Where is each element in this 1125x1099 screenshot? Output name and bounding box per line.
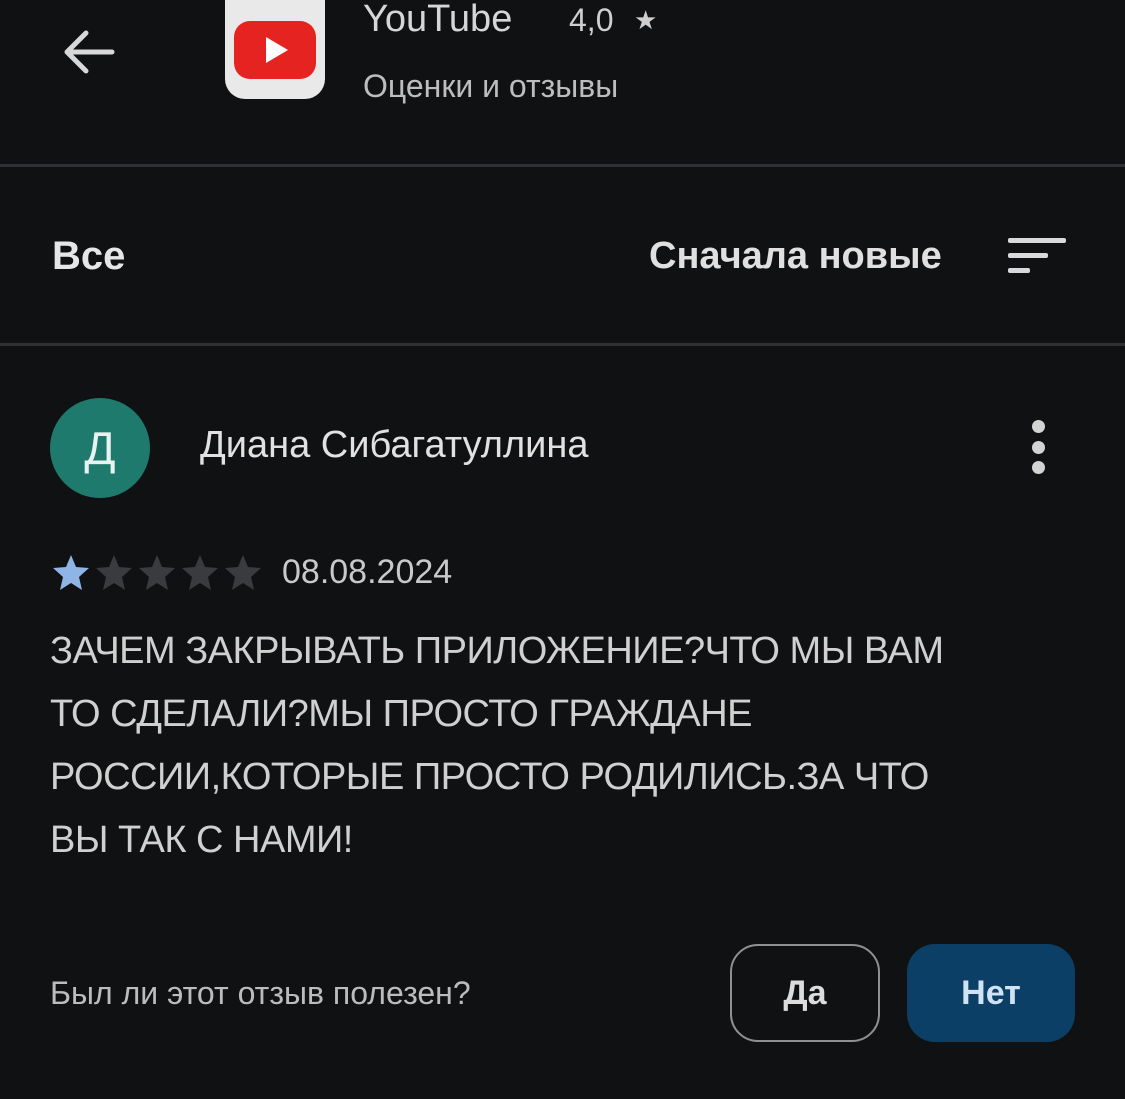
back-button[interactable] <box>50 14 126 90</box>
more-vert-icon-dot <box>1031 461 1045 474</box>
sort-icon[interactable] <box>1006 236 1068 276</box>
review-text: ЗАЧЕМ ЗАКРЫВАТЬ ПРИЛОЖЕНИЕ?ЧТО МЫ ВАМ ТО… <box>50 630 944 861</box>
more-options-button[interactable] <box>1016 414 1060 480</box>
app-rating: 4,0 <box>569 2 614 38</box>
star-empty-icon <box>136 553 178 593</box>
star-filled-icon <box>50 553 92 593</box>
more-vert-icon-dot <box>1031 440 1045 454</box>
sort-order-button[interactable]: Сначала новые <box>649 228 942 284</box>
youtube-logo-icon <box>234 20 316 79</box>
rating-star-icon: ★ <box>634 5 658 35</box>
helpful-question: Был ли этот отзыв полезен? <box>50 975 471 1011</box>
app-name: YouTube <box>363 0 513 40</box>
page-subtitle: Оценки и отзывы <box>363 68 619 104</box>
helpful-no-button[interactable]: Нет <box>907 944 1075 1042</box>
filter-divider <box>0 343 1125 346</box>
app-icon <box>225 0 325 99</box>
star-empty-icon <box>93 553 135 593</box>
filter-all-button[interactable]: Все <box>52 228 125 284</box>
more-vert-icon-dot <box>1031 420 1045 433</box>
star-empty-icon <box>222 553 264 593</box>
review-date: 08.08.2024 <box>282 553 453 591</box>
review-author: Диана Сибагатуллина <box>200 424 589 466</box>
review-rating-stars <box>50 553 264 593</box>
header-divider <box>0 164 1125 167</box>
star-empty-icon <box>179 553 221 593</box>
avatar: Д <box>50 398 150 498</box>
arrow-left-icon <box>64 30 115 74</box>
helpful-yes-button[interactable]: Да <box>730 944 880 1042</box>
